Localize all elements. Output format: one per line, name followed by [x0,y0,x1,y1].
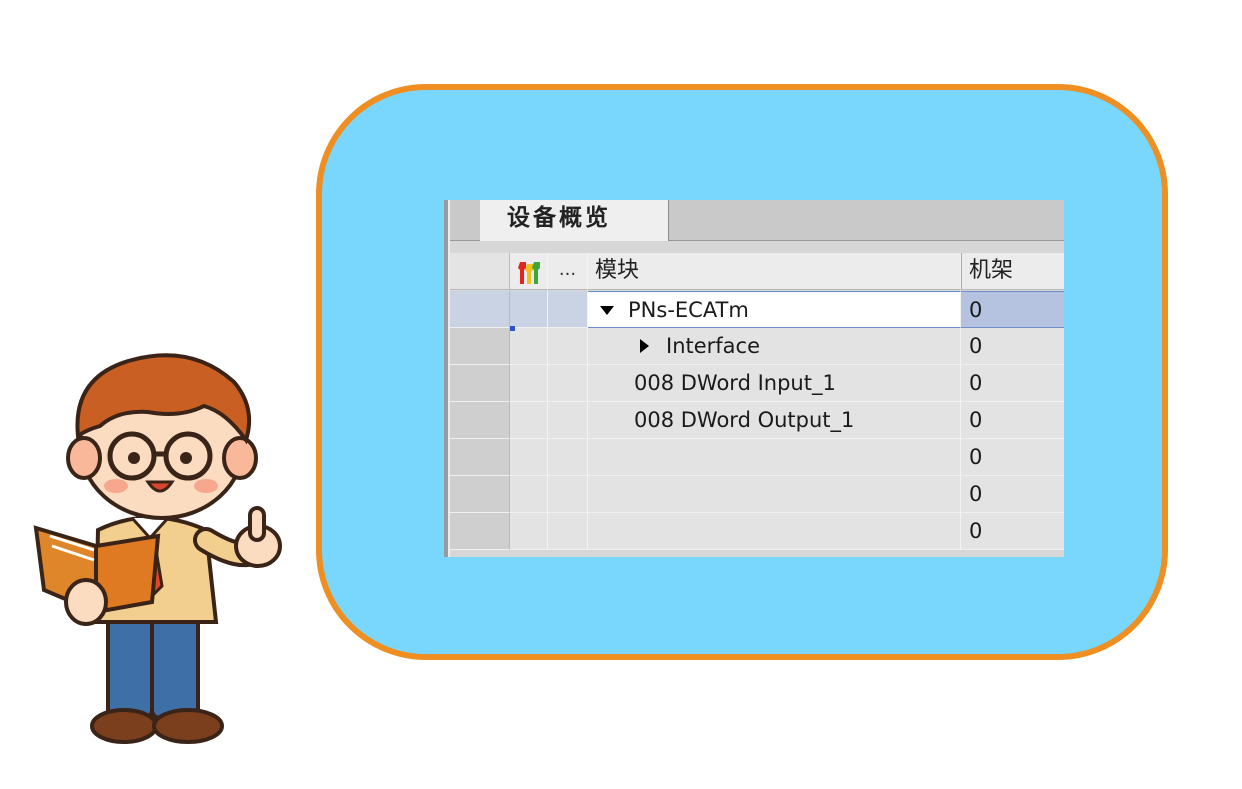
row-status-cell [510,328,548,365]
table-header-row: ... 模块 机架 [450,253,1064,290]
row-more-cell [548,476,588,513]
rack-cell[interactable]: 0 [961,513,1064,550]
row-selector[interactable] [450,476,510,513]
row-status-cell [510,513,548,550]
header-status-column[interactable] [510,253,548,290]
expand-down-icon[interactable] [600,305,614,315]
module-name: PNs-ECATm [628,298,749,322]
tab-bar: 设备概览 [450,200,1064,241]
module-cell[interactable]: 008 DWord Input_1 [588,365,961,402]
module-cell[interactable] [588,513,961,550]
row-selector[interactable] [450,365,510,402]
table-row[interactable]: 0 [450,439,1064,476]
row-more-cell [548,365,588,402]
module-cell[interactable]: Interface [588,328,961,365]
row-selector[interactable] [450,513,510,550]
row-selector[interactable] [450,328,510,365]
rack-cell[interactable]: 0 [961,291,1064,328]
table-row[interactable]: Interface 0 [450,328,1064,365]
table-row[interactable]: 008 DWord Output_1 0 [450,402,1064,439]
table-row[interactable]: PNs-ECATm 0 [450,291,1064,328]
rack-cell[interactable]: 0 [961,328,1064,365]
row-status-cell [510,476,548,513]
row-status-cell [510,439,548,476]
module-cell[interactable]: PNs-ECATm [588,291,961,328]
row-more-cell [548,439,588,476]
row-selector[interactable] [450,439,510,476]
header-more-column[interactable]: ... [548,253,588,290]
teacher-illustration [33,353,282,744]
module-cell[interactable] [588,439,961,476]
selection-marker [510,326,515,331]
row-more-cell [548,291,588,328]
table-row[interactable]: 0 [450,476,1064,513]
rack-cell[interactable]: 0 [961,439,1064,476]
row-more-cell [548,328,588,365]
module-cell[interactable]: 008 DWord Output_1 [588,402,961,439]
rack-cell[interactable]: 0 [961,402,1064,439]
rack-cell[interactable]: 0 [961,365,1064,402]
device-overview-panel: 设备概览 ... 模块 机架 PNs-ECATm 0 Interface 0 0… [444,200,1064,557]
row-more-cell [548,513,588,550]
module-cell[interactable] [588,476,961,513]
rack-cell[interactable]: 0 [961,476,1064,513]
table-row[interactable]: 0 [450,513,1064,550]
tab-device-overview[interactable]: 设备概览 [480,200,669,241]
row-status-cell [510,365,548,402]
module-name: Interface [666,334,761,358]
header-rack-column[interactable]: 机架 [961,253,1064,290]
row-status-cell [510,291,548,328]
header-row-selector [450,253,510,290]
row-more-cell [548,402,588,439]
header-module-column[interactable]: 模块 [588,253,961,290]
table-row[interactable]: 008 DWord Input_1 0 [450,365,1064,402]
expand-right-icon[interactable] [640,339,649,353]
row-selector[interactable] [450,402,510,439]
row-status-cell [510,402,548,439]
row-selector[interactable] [450,291,510,328]
wrench-icon [518,262,540,284]
